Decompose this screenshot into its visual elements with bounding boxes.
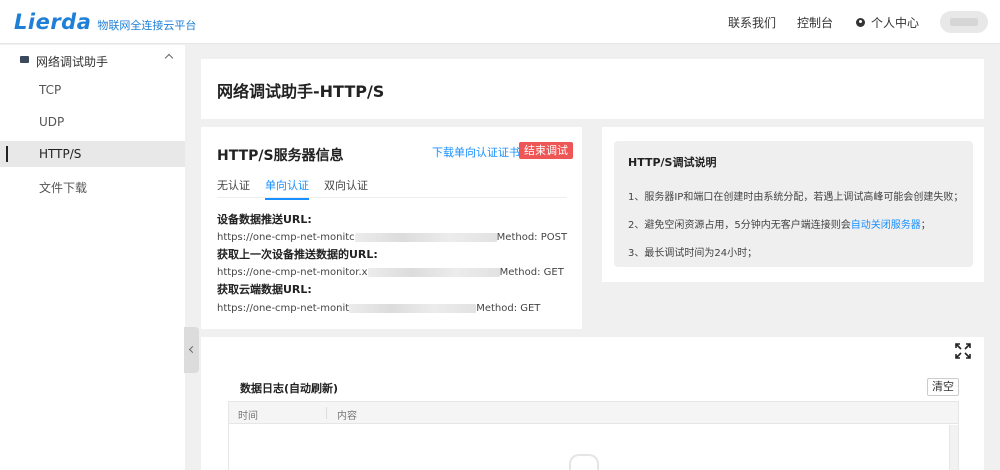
- page-title: 网络调试助手-HTTP/S: [217, 82, 385, 101]
- redacted-block: [349, 303, 477, 313]
- data-log-table: 时间 内容: [228, 401, 959, 470]
- cloud-data-url-text: https://one-cmp-net-monit: [217, 303, 350, 314]
- data-log-table-header: 时间 内容: [229, 402, 958, 424]
- cloud-data-url-line: https://one-cmp-net-monit Method: GET: [217, 303, 540, 314]
- server-info-card: HTTP/S服务器信息 下载单向认证证书 结束调试 无认证 单向认证 双向认证 …: [201, 127, 582, 329]
- user-icon: [856, 18, 865, 27]
- description-line-3: 3、最长调试时间为24小时；: [628, 248, 758, 259]
- sidebar-item-label: TCP: [39, 83, 62, 97]
- last-push-url-method: Method: GET: [499, 267, 564, 278]
- sidebar-group-network-debug[interactable]: 网络调试助手: [0, 45, 185, 75]
- fullscreen-icon[interactable]: [954, 342, 972, 360]
- avatar[interactable]: [940, 11, 988, 33]
- sidebar-item-tcp[interactable]: TCP: [0, 77, 185, 103]
- server-info-title: HTTP/S服务器信息: [217, 148, 344, 164]
- last-push-url-label: 获取上一次设备推送数据的URL:: [217, 248, 378, 261]
- sidebar-item-label: HTTP/S: [39, 147, 82, 161]
- top-header: Lierda 物联网全连接云平台 联系我们 控制台 个人中心: [0, 0, 1000, 44]
- nav-contact-link[interactable]: 联系我们: [728, 14, 776, 31]
- nav-user-center-link[interactable]: 个人中心: [856, 14, 919, 31]
- logo-text: Lierda: [14, 10, 92, 34]
- tab-no-auth[interactable]: 无认证: [217, 177, 250, 193]
- data-log-card: 数据日志(自动刷新) 清空 时间 内容: [201, 337, 984, 470]
- description-line-2-prefix: 2、避免空闲资源占用，5分钟内无客户端连接则会: [628, 220, 851, 231]
- sidebar: 网络调试助手 TCP UDP HTTP/S 文件下载: [0, 45, 185, 470]
- last-push-url-text: https://one-cmp-net-monitor.x: [217, 267, 368, 278]
- push-url-line: https://one-cmp-net-monitc Method: POST: [217, 232, 567, 243]
- push-url-method: Method: POST: [496, 232, 568, 243]
- redacted-block: [367, 267, 500, 277]
- sidebar-item-file-download[interactable]: 文件下载: [0, 173, 185, 199]
- cloud-data-url-method: Method: GET: [476, 303, 541, 314]
- logo[interactable]: Lierda 物联网全连接云平台: [14, 10, 196, 34]
- empty-data-icon: [569, 454, 599, 470]
- description-line-2-suffix: ；: [920, 220, 931, 231]
- end-debug-button[interactable]: 结束调试: [519, 142, 573, 159]
- log-scrollbar[interactable]: [949, 425, 958, 470]
- page-title-card: 网络调试助手-HTTP/S: [201, 59, 984, 119]
- debug-description-box: HTTP/S调试说明 1、服务器IP和端口在创建时由系统分配，若遇上调试高峰可能…: [614, 141, 973, 267]
- tab-two-way-auth[interactable]: 双向认证: [324, 177, 368, 193]
- redacted-block: [354, 232, 497, 242]
- column-header-time: 时间: [238, 411, 258, 422]
- sidebar-item-label: 文件下载: [39, 181, 88, 195]
- tab-one-way-auth[interactable]: 单向认证: [265, 177, 309, 200]
- clear-log-button[interactable]: 清空: [927, 378, 959, 396]
- push-url-text: https://one-cmp-net-monitc: [217, 232, 355, 243]
- sidebar-item-https[interactable]: HTTP/S: [0, 141, 185, 167]
- monitor-icon: [20, 56, 29, 63]
- column-header-content: 内容: [337, 411, 357, 422]
- last-push-url-line: https://one-cmp-net-monitor.x Method: GET: [217, 267, 564, 278]
- logo-subtitle: 物联网全连接云平台: [97, 19, 197, 32]
- push-url-label: 设备数据推送URL:: [217, 213, 312, 226]
- auto-close-server-link[interactable]: 自动关闭服务器: [851, 220, 921, 231]
- description-line-2: 2、避免空闲资源占用，5分钟内无客户端连接则会自动关闭服务器；: [628, 216, 931, 231]
- cloud-data-url-label: 获取云端数据URL:: [217, 283, 312, 296]
- description-line-1: 1、服务器IP和端口在创建时由系统分配，若遇上调试高峰可能会创建失败；: [628, 192, 964, 203]
- auth-tabs: 无认证 单向认证 双向认证: [217, 177, 567, 200]
- sidebar-collapse-handle[interactable]: [184, 327, 199, 373]
- sidebar-group-label: 网络调试助手: [36, 55, 109, 69]
- nav-console-link[interactable]: 控制台: [797, 14, 833, 31]
- debug-description-card: HTTP/S调试说明 1、服务器IP和端口在创建时由系统分配，若遇上调试高峰可能…: [602, 127, 984, 282]
- sidebar-item-udp[interactable]: UDP: [0, 109, 185, 135]
- debug-description-title: HTTP/S调试说明: [628, 156, 717, 169]
- download-certificate-link[interactable]: 下载单向认证证书: [432, 144, 520, 160]
- data-log-title: 数据日志(自动刷新): [240, 382, 339, 395]
- column-divider: [326, 407, 327, 419]
- sidebar-item-label: UDP: [39, 115, 65, 129]
- nav-user-center-label: 个人中心: [871, 16, 920, 30]
- chevron-up-icon: [164, 53, 174, 63]
